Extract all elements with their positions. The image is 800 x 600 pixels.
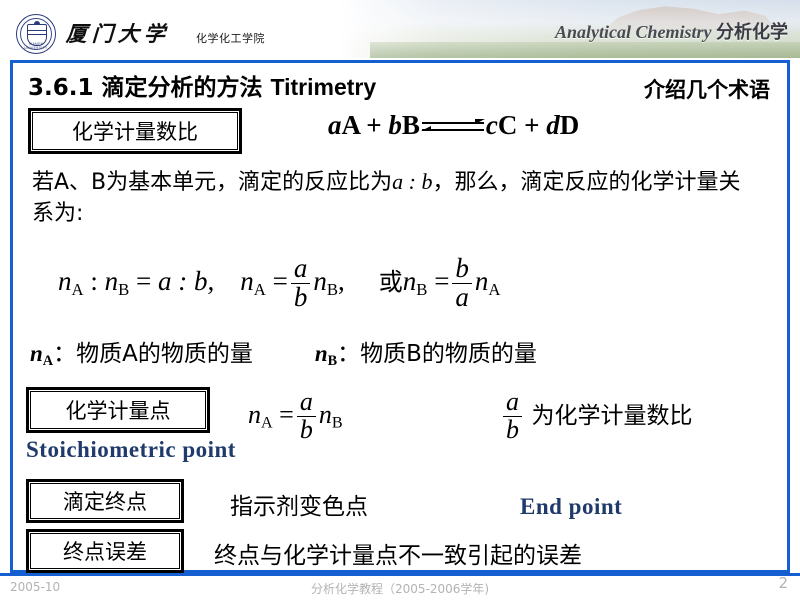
stoich-equals: = (279, 399, 294, 429)
slide-heading-cn: 3.6.1 滴定分析的方法 (28, 75, 271, 101)
equilibrium-arrow-icon (420, 118, 485, 138)
mole-ratio-equations: nA : nB = a : b, nA = a b nB, 或nB = b a nA (58, 253, 501, 312)
nB-symbol-1: n (104, 266, 119, 297)
footer-course-name: 分析化学教程（2005-2006学年) (310, 582, 490, 596)
slide-heading: 3.6.1 滴定分析的方法 Titrimetry (28, 68, 376, 102)
nB-def-symbol: n (314, 341, 328, 366)
slide-heading-en: Titrimetry (270, 74, 377, 100)
coef-c: c (485, 110, 498, 140)
fraction-denominator-b-3: b (503, 415, 522, 444)
plus-sign-1: + (366, 110, 382, 140)
stoichiometric-point-equation: nA = a b nB (248, 387, 343, 444)
nB-def-text: ：物质B的物质的量 (337, 341, 537, 367)
stoich-nB-subscript: B (331, 414, 343, 432)
label-box-titration-endpoint: 滴定终点 (26, 479, 184, 523)
footer-page-number: 2 (778, 574, 788, 592)
equals-1: = (129, 266, 159, 297)
coef-d: d (546, 110, 560, 140)
intro-paragraph: 若A、B为基本单元，滴定的反应比为a : b，那么，滴定反应的化学计量关系为: (32, 166, 762, 229)
label-box-endpoint-error-text: 终点误差 (30, 533, 180, 569)
plus-sign-2: + (524, 110, 540, 140)
university-name: 厦门大学 (65, 22, 171, 46)
ratio-ab: a : b, (158, 266, 215, 297)
fraction-denominator-b-2: b (296, 415, 316, 444)
fraction-b-over-a: ba (452, 253, 472, 312)
end-point-english: End point (520, 494, 623, 519)
course-title: Analytical Chemistry 分析化学 (555, 18, 788, 44)
college-name: 化学化工学院 (196, 32, 265, 45)
species-D: D (559, 110, 580, 140)
equals-3: = (434, 266, 450, 297)
fraction-denominator-b-1: b (290, 282, 311, 312)
nA-symbol-3: n (474, 266, 489, 297)
nA-subscript-1: A (71, 279, 84, 299)
species-C: C (497, 110, 518, 140)
nA-symbol-1: n (58, 266, 72, 297)
fraction-numerator-a-1: a (293, 253, 308, 283)
course-title-cn: 分析化学 (716, 22, 788, 43)
footer-divider (0, 573, 800, 576)
intro-paragraph-part1: 若A、B为基本单元，滴定的反应比为 (32, 170, 393, 195)
nA-def-subscript: A (42, 352, 54, 369)
endpoint-error-description: 终点与化学计量点不一致引起的误差 (214, 543, 582, 569)
equals-2: = (272, 266, 288, 297)
label-box-stoichiometric-point: 化学计量点 (26, 387, 210, 433)
intro-ratio: a : b (392, 169, 433, 194)
fraction-numerator-a-3: a (506, 387, 519, 416)
nA-def-symbol: n (30, 341, 43, 366)
nB-subscript-1: B (118, 279, 130, 299)
label-box-stoichiometric-ratio: 化学计量数比 (28, 108, 242, 154)
label-box-endpoint-error: 终点误差 (26, 529, 184, 573)
fraction-a-over-b-3: ab (503, 387, 522, 444)
coef-b: b (388, 110, 402, 140)
fraction-denominator-a: a (452, 282, 472, 312)
label-box-titration-endpoint-text: 滴定终点 (30, 483, 180, 519)
stoich-nA-subscript: A (261, 414, 273, 432)
reaction-equation: aA + bB cC + dD (328, 110, 579, 141)
comma-1: , (338, 266, 345, 297)
seal-arc-text: XIAMEN UNIVERSITY (24, 42, 48, 50)
or-conjunction: 或 (378, 268, 403, 297)
nA-subscript-2: A (253, 279, 266, 299)
nB-subscript-3: B (416, 279, 428, 299)
stoich-nA-symbol: n (248, 399, 261, 429)
nA-def-text: ：物质A的物质的量 (53, 341, 253, 367)
stoich-nB-symbol: n (318, 399, 332, 429)
fraction-a-over-b-2: ab (296, 387, 316, 444)
nB-symbol-2: n (313, 266, 327, 297)
species-B: B (401, 110, 420, 140)
coef-a: a (328, 110, 342, 140)
symbol-definitions: nA：物质A的物质的量 nB：物质B的物质的量 (30, 334, 537, 370)
nA-symbol-2: n (240, 266, 254, 297)
university-seal-icon: XIAMEN UNIVERSITY (16, 14, 56, 54)
ratio-note-text: 为化学计量数比 (531, 402, 693, 429)
colon-1: : (83, 266, 105, 297)
course-title-en: Analytical Chemistry (554, 22, 712, 42)
nB-subscript-2: B (326, 279, 339, 299)
header-banner: XIAMEN UNIVERSITY 厦门大学 化学化工学院 Analytical… (0, 0, 800, 58)
endpoint-description: 指示剂变色点 (230, 494, 368, 520)
nB-symbol-3: n (402, 266, 417, 297)
nA-subscript-3: A (488, 279, 501, 299)
nB-def-subscript: B (327, 352, 338, 369)
stoichiometric-point-english: Stoichiometric point (26, 437, 236, 462)
label-box-stoichiometric-ratio-text: 化学计量数比 (32, 112, 238, 150)
terms-note: 介绍几个术语 (644, 78, 770, 102)
species-A: A (341, 110, 360, 140)
fraction-numerator-b: b (455, 253, 469, 283)
label-box-stoichiometric-point-text: 化学计量点 (30, 391, 206, 429)
fraction-a-over-b-1: ab (290, 253, 311, 312)
ratio-note: ab 为化学计量数比 (500, 387, 693, 444)
fraction-numerator-a-2: a (299, 387, 313, 416)
